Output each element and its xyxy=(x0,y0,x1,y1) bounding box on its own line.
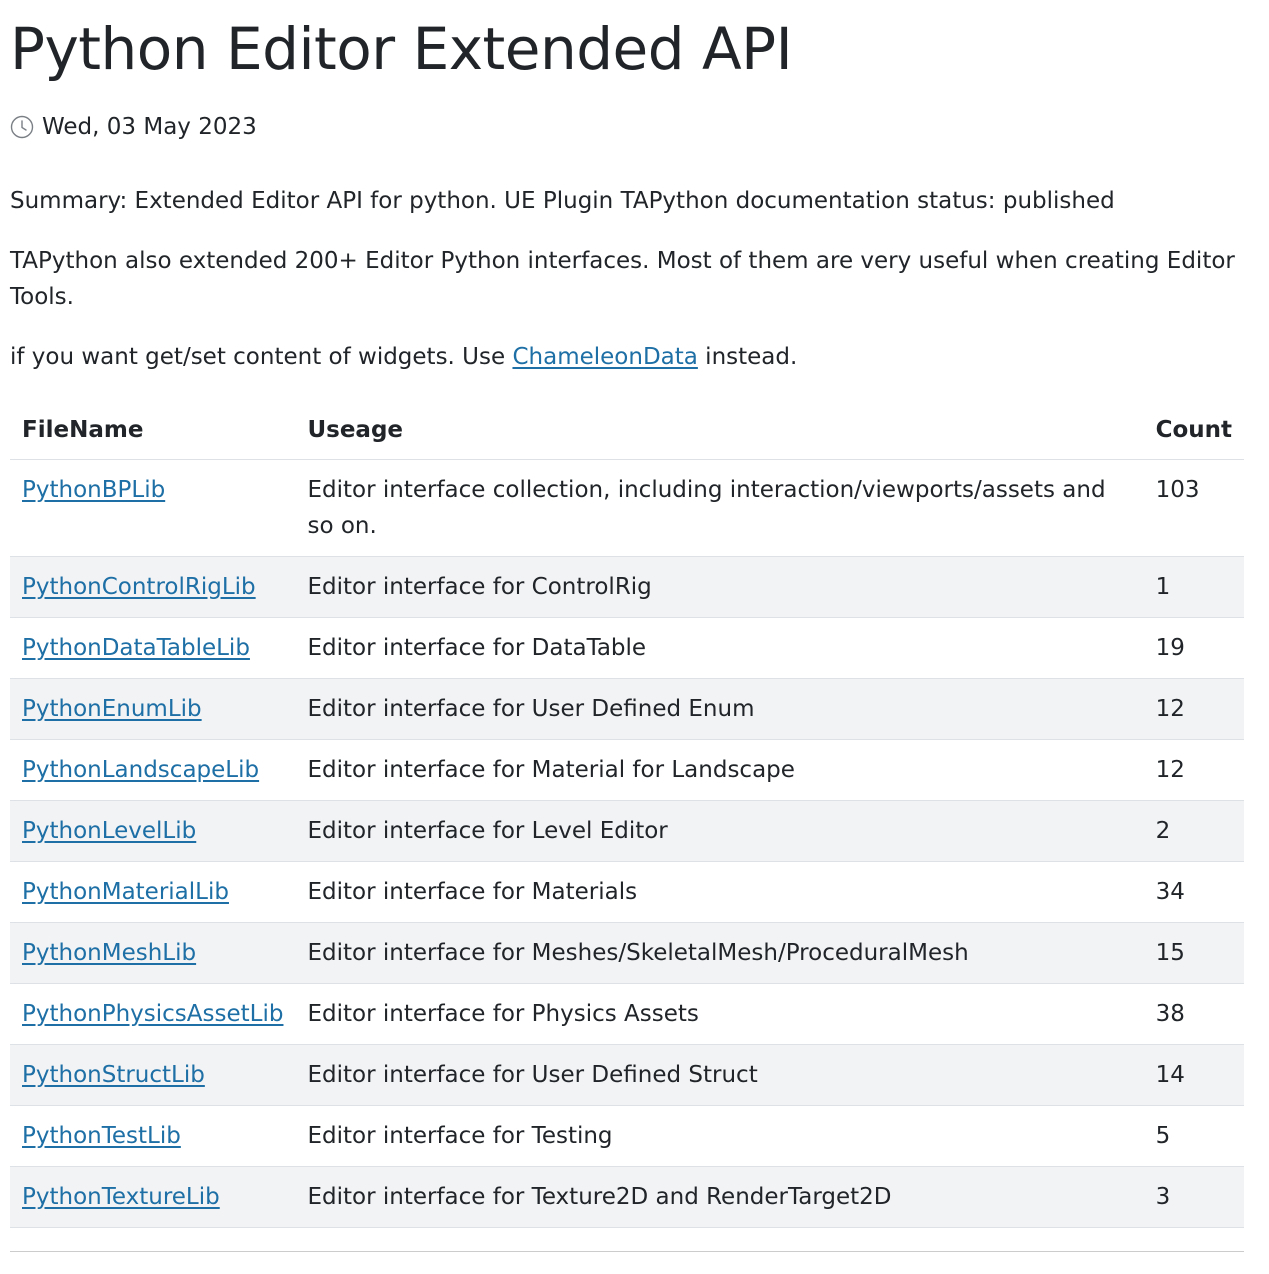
table-row: PythonTestLib Editor interface for Testi… xyxy=(10,1105,1244,1167)
filename-cell: PythonTestLib xyxy=(10,1105,296,1167)
filename-link[interactable]: PythonBPLib xyxy=(22,477,165,503)
usage-cell: Editor interface for DataTable xyxy=(295,617,1144,679)
table-row: PythonDataTableLib Editor interface for … xyxy=(10,617,1244,679)
usage-cell: Editor interface for Material for Landsc… xyxy=(295,739,1144,801)
filename-cell: PythonLevelLib xyxy=(10,800,296,862)
filename-cell: PythonBPLib xyxy=(10,459,296,557)
table-row: PythonEnumLib Editor interface for User … xyxy=(10,678,1244,740)
usage-cell: Editor interface for Texture2D and Rende… xyxy=(295,1166,1144,1228)
table-row: PythonMeshLib Editor interface for Meshe… xyxy=(10,922,1244,984)
clock-icon xyxy=(10,115,34,139)
widgets-note-after: instead. xyxy=(697,344,798,370)
filename-cell: PythonEnumLib xyxy=(10,678,296,740)
filename-link[interactable]: PythonMaterialLib xyxy=(22,879,229,905)
chameleon-data-link[interactable]: ChameleonData xyxy=(512,344,697,370)
filename-cell: PythonDataTableLib xyxy=(10,617,296,679)
widgets-note-paragraph: if you want get/set content of widgets. … xyxy=(10,339,1244,375)
count-cell: 103 xyxy=(1143,459,1244,557)
usage-cell: Editor interface for User Defined Enum xyxy=(295,678,1144,740)
table-body: PythonBPLib Editor interface collection,… xyxy=(10,459,1244,1228)
filename-cell: PythonControlRigLib xyxy=(10,556,296,618)
filename-cell: PythonMeshLib xyxy=(10,922,296,984)
filename-cell: PythonLandscapeLib xyxy=(10,739,296,801)
filename-cell: PythonMaterialLib xyxy=(10,861,296,923)
usage-cell: Editor interface for Level Editor xyxy=(295,800,1144,862)
count-cell: 5 xyxy=(1143,1105,1244,1167)
header-usage: Useage xyxy=(295,400,1144,460)
summary-paragraph: Summary: Extended Editor API for python.… xyxy=(10,188,1115,214)
usage-cell: Editor interface for Testing xyxy=(295,1105,1144,1167)
table-row: PythonControlRigLib Editor interface for… xyxy=(10,556,1244,618)
filename-link[interactable]: PythonMeshLib xyxy=(22,940,196,966)
count-cell: 1 xyxy=(1143,556,1244,618)
filename-cell: PythonStructLib xyxy=(10,1044,296,1106)
filename-link[interactable]: PythonDataTableLib xyxy=(22,635,250,661)
usage-cell: Editor interface for Materials xyxy=(295,861,1144,923)
filename-link[interactable]: PythonPhysicsAssetLib xyxy=(22,1001,283,1027)
table-row: PythonStructLib Editor interface for Use… xyxy=(10,1044,1244,1106)
filename-link[interactable]: PythonTextureLib xyxy=(22,1184,220,1210)
table-header-row: FileName Useage Count xyxy=(10,400,1244,460)
count-cell: 2 xyxy=(1143,800,1244,862)
filename-link[interactable]: PythonTestLib xyxy=(22,1123,181,1149)
bottom-divider xyxy=(10,1251,1244,1252)
filename-link[interactable]: PythonControlRigLib xyxy=(22,574,256,600)
page-title: Python Editor Extended API xyxy=(10,15,793,83)
count-cell: 19 xyxy=(1143,617,1244,679)
table-row: PythonBPLib Editor interface collection,… xyxy=(10,459,1244,557)
filename-cell: PythonPhysicsAssetLib xyxy=(10,983,296,1045)
usage-cell: Editor interface collection, including i… xyxy=(295,459,1144,557)
filename-link[interactable]: PythonEnumLib xyxy=(22,696,202,722)
widgets-note-before: if you want get/set content of widgets. … xyxy=(10,344,513,370)
intro-paragraph: TAPython also extended 200+ Editor Pytho… xyxy=(10,248,1235,310)
count-cell: 12 xyxy=(1143,739,1244,801)
filename-link[interactable]: PythonLevelLib xyxy=(22,818,196,844)
filename-link[interactable]: PythonStructLib xyxy=(22,1062,205,1088)
header-count: Count xyxy=(1143,400,1244,460)
usage-cell: Editor interface for User Defined Struct xyxy=(295,1044,1144,1106)
table-row: PythonLevelLib Editor interface for Leve… xyxy=(10,800,1244,862)
usage-cell: Editor interface for Physics Assets xyxy=(295,983,1144,1045)
post-date-text: Wed, 03 May 2023 xyxy=(42,114,257,140)
count-cell: 34 xyxy=(1143,861,1244,923)
usage-cell: Editor interface for Meshes/SkeletalMesh… xyxy=(295,922,1144,984)
table-row: PythonLandscapeLib Editor interface for … xyxy=(10,739,1244,801)
post-date: Wed, 03 May 2023 xyxy=(10,114,257,140)
count-cell: 3 xyxy=(1143,1166,1244,1228)
count-cell: 38 xyxy=(1143,983,1244,1045)
header-filename: FileName xyxy=(10,400,296,460)
filename-link[interactable]: PythonLandscapeLib xyxy=(22,757,259,783)
table-row: PythonPhysicsAssetLib Editor interface f… xyxy=(10,983,1244,1045)
table-row: PythonTextureLib Editor interface for Te… xyxy=(10,1166,1244,1228)
count-cell: 15 xyxy=(1143,922,1244,984)
filename-cell: PythonTextureLib xyxy=(10,1166,296,1228)
count-cell: 12 xyxy=(1143,678,1244,740)
count-cell: 14 xyxy=(1143,1044,1244,1106)
usage-cell: Editor interface for ControlRig xyxy=(295,556,1144,618)
table-row: PythonMaterialLib Editor interface for M… xyxy=(10,861,1244,923)
api-table: FileName Useage Count PythonBPLib Editor… xyxy=(10,400,1244,1228)
